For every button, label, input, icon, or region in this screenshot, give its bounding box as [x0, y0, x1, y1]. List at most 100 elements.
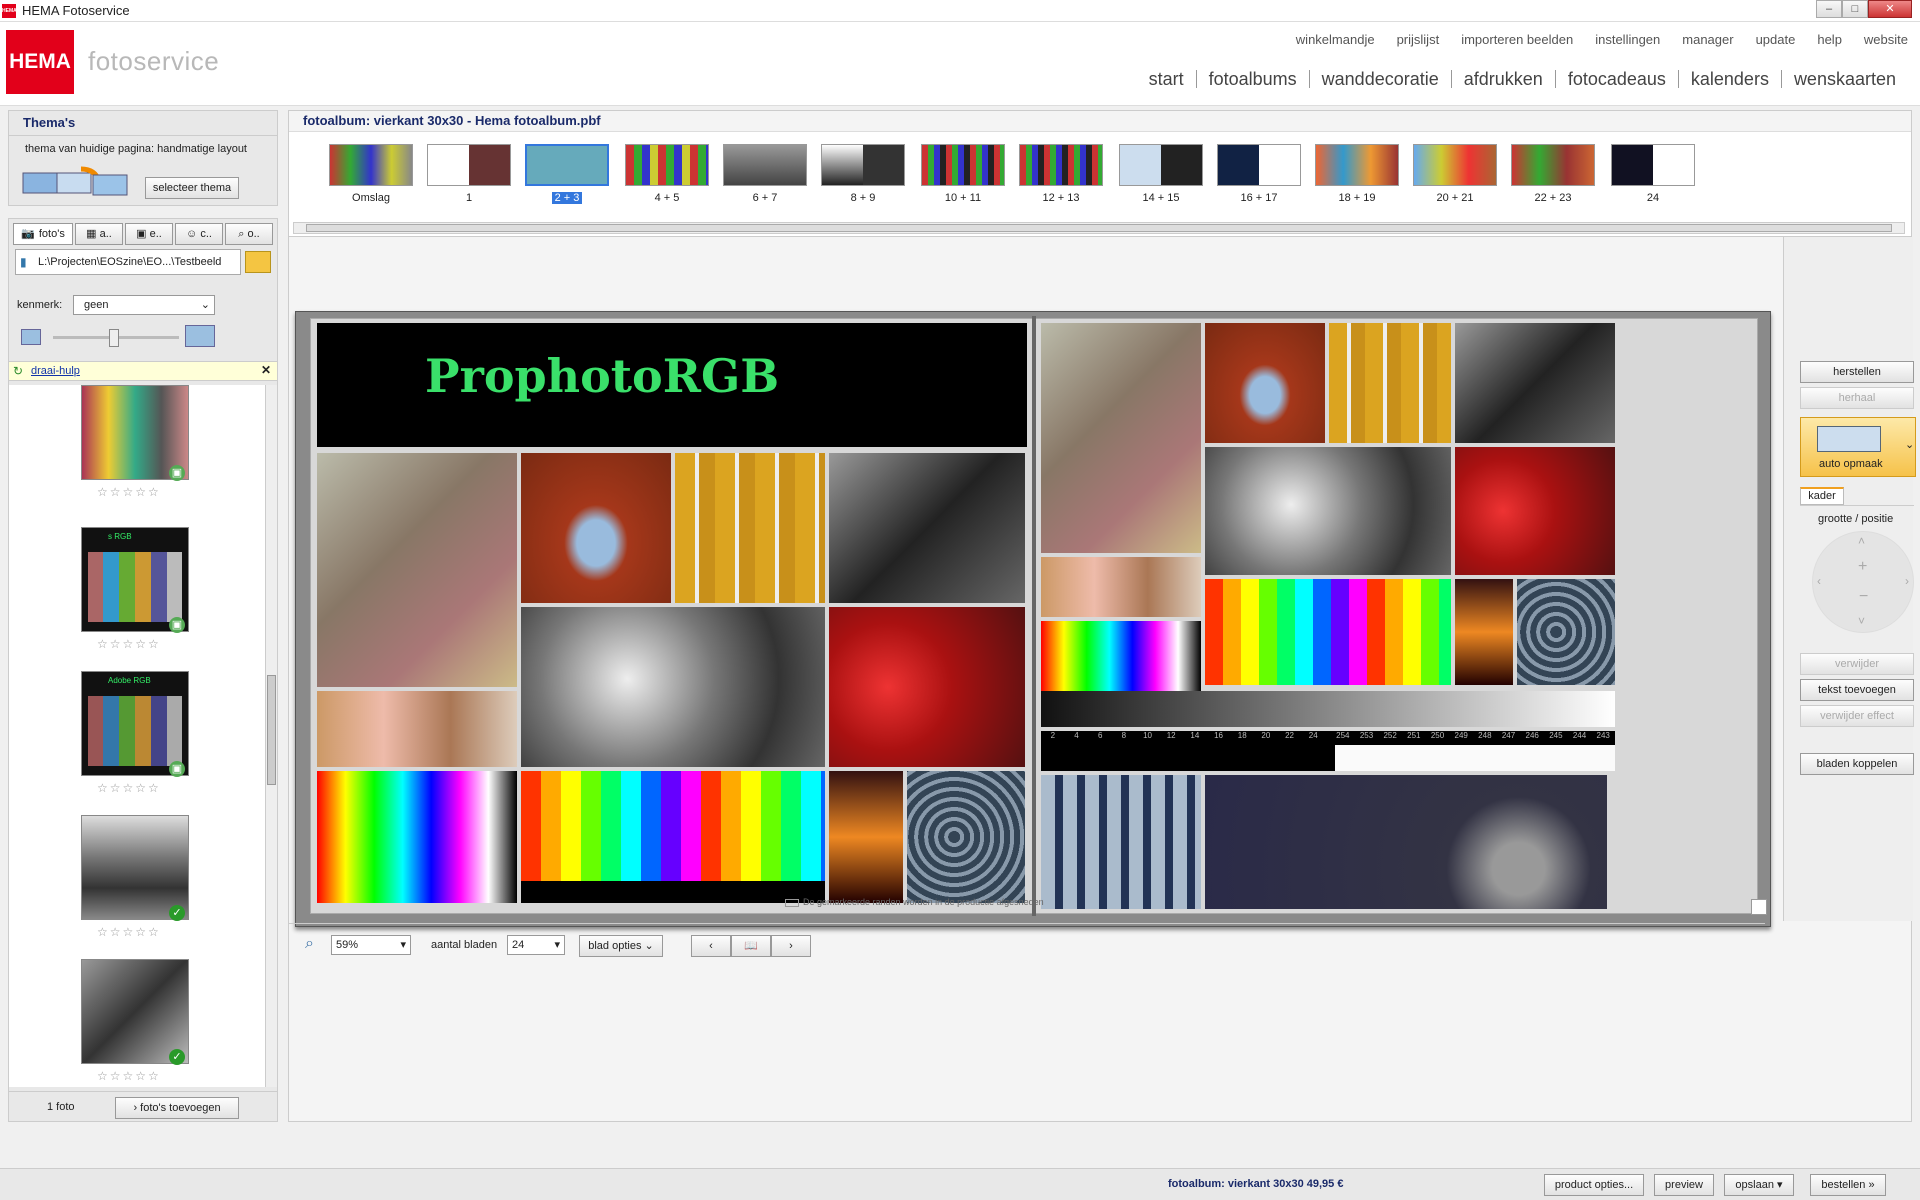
zoom-icon[interactable]: ⌕ [305, 935, 314, 953]
nav-fotoalbums[interactable]: fotoalbums [1195, 70, 1309, 88]
link-importeren-beelden[interactable]: importeren beelden [1461, 32, 1573, 47]
page-thumb-1[interactable] [427, 144, 511, 186]
page-thumb-6-7[interactable] [723, 144, 807, 186]
folder-path[interactable]: ▮ L:\Projecten\EOSzine\EO...\Testbeeld [15, 249, 241, 275]
maximize-button[interactable]: □ [1842, 0, 1868, 18]
photo-calculator[interactable] [829, 453, 1025, 603]
page-thumb-24[interactable] [1611, 144, 1695, 186]
photo-sphere-2[interactable] [1205, 447, 1451, 575]
photo-thumb-5[interactable] [81, 959, 189, 1064]
auto-layout-button[interactable]: auto opmaak ⌄ [1800, 417, 1916, 477]
arrow-down-icon[interactable]: ˅ [1858, 614, 1865, 628]
photo-babies[interactable] [317, 691, 517, 767]
arrow-up-icon[interactable]: ˄ [1858, 534, 1865, 548]
page-strip-scrollbar[interactable] [293, 222, 1905, 234]
photo-aspen[interactable] [675, 453, 825, 603]
restore-button[interactable]: herstellen [1800, 361, 1914, 383]
nav-wanddecoratie[interactable]: wanddecoratie [1308, 70, 1451, 88]
link-manager[interactable]: manager [1682, 32, 1733, 47]
sheet-options-button[interactable]: blad opties ⌄ [579, 935, 663, 957]
nav-fotocadeaus[interactable]: fotocadeaus [1554, 70, 1678, 88]
close-help-icon[interactable]: ✕ [261, 363, 271, 377]
title-block[interactable]: ProphotoRGB [317, 323, 1027, 447]
page-thumb-22-23[interactable] [1511, 144, 1595, 186]
preview-button[interactable]: preview [1654, 1174, 1714, 1196]
page-thumb-18-19[interactable] [1315, 144, 1399, 186]
link-instellingen[interactable]: instellingen [1595, 32, 1660, 47]
filter-select[interactable]: geen ⌄ [73, 295, 215, 315]
chevron-down-icon[interactable]: ⌄ [1905, 438, 1914, 451]
page-thumb-14-15[interactable] [1119, 144, 1203, 186]
link-help[interactable]: help [1817, 32, 1842, 47]
next-page-button[interactable]: › [771, 935, 811, 957]
right-page[interactable]: 2 4 6 8 10 12 14 16 18 20 22 24 254 253 252 251 250 249 2… [1034, 318, 1758, 914]
tab-backgrounds[interactable]: ▦ a.. [75, 223, 123, 245]
page-thumb-4-5[interactable] [625, 144, 709, 186]
rotate-help-link[interactable]: draai-hulp [31, 365, 80, 377]
add-text-button[interactable]: tekst toevoegen [1800, 679, 1914, 701]
add-photos-button[interactable]: › foto's toevoegen [115, 1097, 239, 1119]
photo-thumb-2[interactable]: s RGB [81, 527, 189, 632]
arrow-right-icon[interactable]: › [1905, 574, 1909, 588]
rating-stars[interactable]: ☆☆☆☆☆ [97, 485, 161, 499]
photo-color-patches-2[interactable] [1205, 579, 1451, 685]
nav-start[interactable]: start [1137, 70, 1196, 88]
photo-still-life-2[interactable] [1041, 323, 1201, 553]
close-button[interactable]: ✕ [1868, 0, 1912, 18]
book-view-icon[interactable]: 📖 [731, 935, 771, 957]
photo-fabric-2[interactable] [1517, 579, 1615, 685]
nav-wenskaarten[interactable]: wenskaarten [1780, 70, 1908, 88]
prev-page-button[interactable]: ‹ [691, 935, 731, 957]
photo-sunset-2[interactable] [1455, 579, 1513, 685]
left-page[interactable]: ProphotoRGB [310, 318, 1034, 914]
page-thumb-8-9[interactable] [821, 144, 905, 186]
photo-thumb-3[interactable]: Adobe RGB [81, 671, 189, 776]
photo-list-scrollbar[interactable] [265, 385, 277, 1087]
tab-cliparts[interactable]: ☺ c.. [175, 223, 223, 245]
rating-stars-4[interactable]: ☆☆☆☆☆ [97, 925, 161, 939]
photo-aspen-2[interactable] [1329, 323, 1451, 443]
link-winkelmandje[interactable]: winkelmandje [1296, 32, 1375, 47]
photo-night-lamp[interactable] [1205, 775, 1607, 909]
minimize-button[interactable]: – [1816, 0, 1842, 18]
zoom-select[interactable]: 59% ▾ [331, 935, 411, 955]
page-thumb-10-11[interactable] [921, 144, 1005, 186]
save-button[interactable]: opslaan ▾ [1724, 1174, 1794, 1196]
photo-strawberries[interactable] [829, 607, 1025, 767]
slider-handle[interactable] [109, 329, 119, 347]
photo-sunset[interactable] [829, 771, 903, 903]
photo-fabric[interactable] [907, 771, 1025, 903]
photo-gradient-bars[interactable] [317, 771, 517, 903]
photo-color-patches[interactable] [521, 771, 825, 903]
strip-scroll-thumb[interactable] [306, 224, 1892, 232]
link-website[interactable]: website [1864, 32, 1908, 47]
product-options-button[interactable]: product opties... [1544, 1174, 1644, 1196]
arrow-left-icon[interactable]: ‹ [1817, 574, 1821, 588]
sheets-select[interactable]: 24 ▾ [507, 935, 565, 955]
rating-stars-3[interactable]: ☆☆☆☆☆ [97, 781, 161, 795]
photo-sphere[interactable] [521, 607, 825, 767]
page-thumb-2-3[interactable] [525, 144, 609, 186]
photo-strawberries-2[interactable] [1455, 447, 1615, 575]
photo-grayscale-ramp[interactable] [1041, 691, 1615, 727]
scrollbar-thumb[interactable] [267, 675, 276, 785]
nav-kalenders[interactable]: kalenders [1677, 70, 1781, 88]
folder-browse-icon[interactable] [245, 251, 271, 273]
page-thumb-20-21[interactable] [1413, 144, 1497, 186]
select-theme-button[interactable]: selecteer thema [145, 177, 239, 199]
tab-frame[interactable]: kader [1800, 487, 1844, 505]
page-thumb-omslag[interactable] [329, 144, 413, 186]
page-thumb-16-17[interactable] [1217, 144, 1301, 186]
photo-arch-2[interactable] [1205, 323, 1325, 443]
tab-effects[interactable]: ▣ e.. [125, 223, 173, 245]
nav-afdrukken[interactable]: afdrukken [1450, 70, 1555, 88]
photo-building[interactable] [1041, 775, 1201, 909]
photo-still-life[interactable] [317, 453, 517, 687]
redo-button[interactable]: herhaal [1800, 387, 1914, 409]
zoom-out-icon[interactable]: − [1859, 588, 1868, 606]
tab-photos[interactable]: 📷 foto's [13, 223, 73, 245]
rating-stars-5[interactable]: ☆☆☆☆☆ [97, 1069, 161, 1083]
order-button[interactable]: bestellen » [1810, 1174, 1886, 1196]
zoom-in-icon[interactable]: + [1858, 558, 1867, 576]
link-sheets-button[interactable]: bladen koppelen [1800, 753, 1914, 775]
